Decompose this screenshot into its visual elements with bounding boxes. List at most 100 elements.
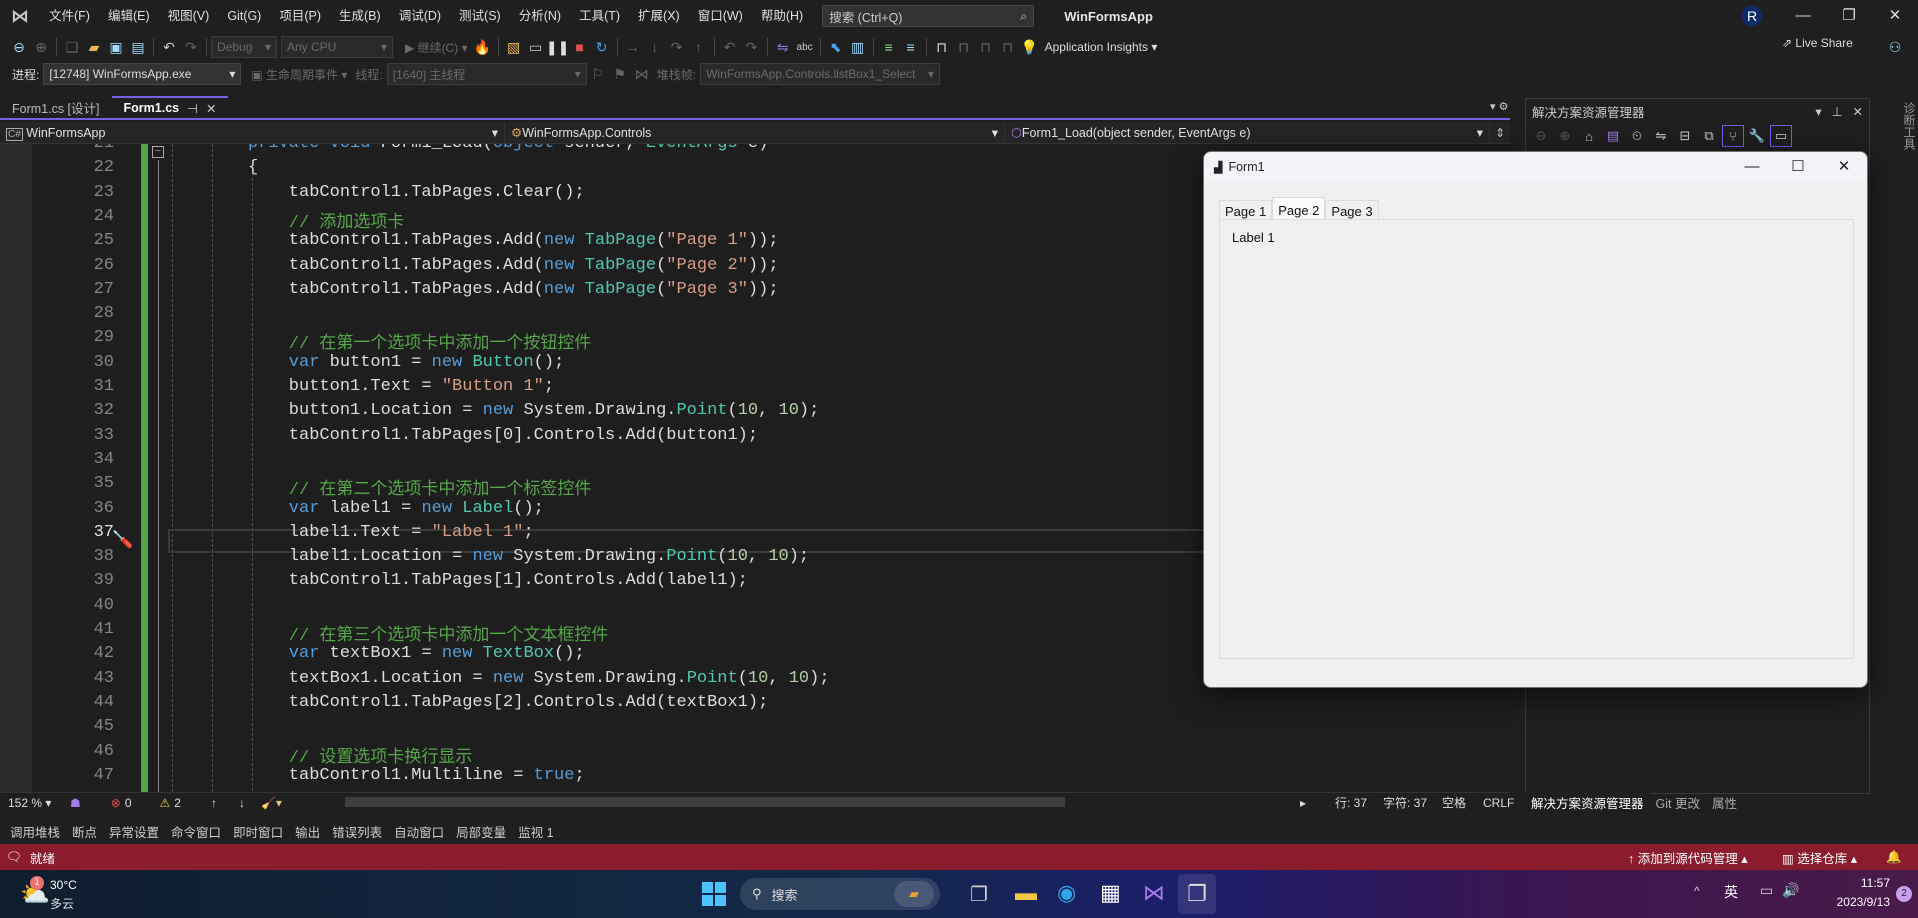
- notification-output-icon[interactable]: 🗨: [6, 850, 22, 865]
- whitespace-indicator[interactable]: 空格: [1442, 794, 1466, 811]
- error-count[interactable]: 0: [125, 796, 132, 810]
- save-all-icon[interactable]: ▤: [127, 36, 149, 58]
- feedback-icon[interactable]: ⚇: [1884, 36, 1906, 58]
- code-line[interactable]: 44 tabControl1.TabPages[2].Controls.Add(…: [0, 693, 1510, 717]
- show-all-files-icon[interactable]: ⧉: [1698, 125, 1720, 147]
- line-ending-indicator[interactable]: CRLF: [1483, 796, 1514, 810]
- input-method-indicator[interactable]: 英: [1724, 882, 1738, 902]
- new-project-icon[interactable]: ❏: [61, 36, 83, 58]
- warning-count[interactable]: 2: [174, 796, 181, 810]
- next-issue-icon[interactable]: ↓: [239, 796, 245, 810]
- minimize-button[interactable]: —: [1780, 0, 1826, 32]
- undo-icon[interactable]: ↶: [158, 36, 180, 58]
- restart-icon[interactable]: ↻: [591, 36, 613, 58]
- menu-item[interactable]: 调试(D): [390, 0, 450, 32]
- hot-reload-icon[interactable]: 🔥: [472, 36, 494, 58]
- step-forward-icon[interactable]: ↷: [741, 36, 763, 58]
- prev-issue-icon[interactable]: ↑: [211, 796, 217, 810]
- home-icon[interactable]: ⌂: [1578, 125, 1600, 147]
- outdent-icon[interactable]: ≡: [900, 36, 922, 58]
- tab-form1-designer[interactable]: Form1.cs [设计]: [0, 96, 112, 118]
- clock-date[interactable]: 2023/9/13: [1810, 895, 1890, 909]
- open-folder-icon[interactable]: ▰: [83, 36, 105, 58]
- tool-tab[interactable]: 输出: [289, 822, 326, 841]
- thread-select[interactable]: [1640] 主线程 ▾: [386, 63, 587, 85]
- flag-threads-icon[interactable]: ⚑: [609, 63, 631, 85]
- bookmark-icon[interactable]: ⊓: [931, 36, 953, 58]
- show-hidden-icons[interactable]: ^: [1694, 884, 1700, 898]
- properties-icon[interactable]: 🔧: [1746, 125, 1768, 147]
- close-button[interactable]: ✕: [1872, 0, 1918, 32]
- tab-git-changes[interactable]: Git 更改: [1650, 793, 1706, 812]
- menu-item[interactable]: 文件(F): [40, 0, 99, 32]
- form1-maximize-button[interactable]: ☐: [1775, 152, 1821, 182]
- edge-icon[interactable]: ◉: [1057, 880, 1076, 906]
- task-view-icon[interactable]: ❐: [970, 882, 988, 907]
- platform-select[interactable]: Any CPU ▾: [281, 36, 393, 58]
- menu-item[interactable]: 视图(V): [159, 0, 219, 32]
- tab-properties[interactable]: 属性: [1706, 793, 1743, 812]
- menu-item[interactable]: 窗口(W): [689, 0, 752, 32]
- tool-tab[interactable]: 断点: [66, 822, 103, 841]
- stackframe-select[interactable]: WinFormsApp.Controls.listBox1_Select ▾: [700, 63, 941, 85]
- project-select[interactable]: C# WinFormsApp ▾: [0, 122, 505, 143]
- menu-item[interactable]: Git(G): [218, 0, 270, 32]
- char-indicator[interactable]: 字符: 37: [1383, 794, 1427, 811]
- forward-icon[interactable]: ⊕: [30, 36, 52, 58]
- split-editor-icon[interactable]: ⇕: [1490, 126, 1510, 140]
- select-repository-button[interactable]: ▥ 选择仓库 ▴: [1782, 848, 1857, 867]
- step-out-icon[interactable]: ↑: [688, 36, 710, 58]
- prev-bookmark-icon[interactable]: ⊓: [953, 36, 975, 58]
- code-line[interactable]: 47 tabControl1.Multiline = true;: [0, 766, 1510, 790]
- flag-icon[interactable]: ⚐: [587, 63, 609, 85]
- step-back-icon[interactable]: ↶: [719, 36, 741, 58]
- pin-panel-icon[interactable]: ⊥: [1832, 104, 1843, 119]
- tool-tab[interactable]: 调用堆栈: [4, 822, 66, 841]
- spell-check-icon[interactable]: abc: [794, 36, 816, 58]
- redo-icon[interactable]: ↷: [180, 36, 202, 58]
- indent-icon[interactable]: ≡: [878, 36, 900, 58]
- tree-view-icon[interactable]: ⑂: [1722, 125, 1744, 147]
- taskbar-search[interactable]: ⚲ 搜索 ▰: [740, 878, 940, 910]
- code-line[interactable]: 46 // 设置选项卡换行显示: [0, 742, 1510, 768]
- stop-icon[interactable]: ■: [569, 36, 591, 58]
- notifications-bell-icon[interactable]: 🔔: [1886, 850, 1902, 865]
- process-select[interactable]: [12748] WinFormsApp.exe ▾: [43, 63, 242, 85]
- tool-tab[interactable]: 异常设置: [103, 822, 165, 841]
- switch-views-icon[interactable]: ▤: [1602, 125, 1624, 147]
- tab-solution-explorer[interactable]: 解决方案资源管理器: [1525, 792, 1650, 812]
- menu-item[interactable]: 测试(S): [450, 0, 510, 32]
- form1-close-button[interactable]: ✕: [1821, 152, 1867, 182]
- hex-display-icon[interactable]: ⇋: [772, 36, 794, 58]
- sync-icon[interactable]: ⇋: [1650, 125, 1672, 147]
- step-over-icon[interactable]: ↷: [666, 36, 688, 58]
- code-line[interactable]: 45: [0, 717, 1510, 741]
- code-cleanup-icon[interactable]: 🧹▾: [261, 796, 282, 810]
- preview-icon[interactable]: ▭: [1770, 125, 1792, 147]
- notification-count-badge[interactable]: 2: [1896, 886, 1912, 902]
- tool-tab[interactable]: 监视 1: [512, 822, 559, 841]
- find-in-files-icon[interactable]: ▧: [503, 36, 525, 58]
- diagnostic-tools-tab[interactable]: 诊断工具: [1885, 98, 1918, 794]
- pin-icon[interactable]: ⊣: [187, 101, 198, 116]
- clear-bookmarks-icon[interactable]: ⊓: [997, 36, 1019, 58]
- start-button[interactable]: [702, 882, 726, 906]
- continue-button[interactable]: ▶ 继续(C) ▾: [401, 39, 472, 56]
- class-select[interactable]: ⚙WinFormsApp.Controls ▾: [505, 122, 1005, 143]
- tool-tab[interactable]: 错误列表: [326, 822, 388, 841]
- zoom-select[interactable]: 152 % ▾: [0, 796, 70, 810]
- tool-tab[interactable]: 自动窗口: [388, 822, 450, 841]
- next-bookmark-icon[interactable]: ⊓: [975, 36, 997, 58]
- line-indicator[interactable]: 行: 37: [1335, 794, 1367, 811]
- panel-menu-icon[interactable]: ▾: [1815, 104, 1821, 119]
- add-to-source-control-button[interactable]: ↑ 添加到源代码管理 ▴: [1628, 848, 1748, 867]
- volume-icon[interactable]: 🔊: [1782, 882, 1799, 899]
- tab-options-icon[interactable]: ▾ ⚙: [1490, 100, 1508, 113]
- menu-item[interactable]: 扩展(X): [629, 0, 689, 32]
- avatar[interactable]: R: [1742, 6, 1762, 26]
- configuration-select[interactable]: Debug ▾: [211, 36, 277, 58]
- window-layout-icon[interactable]: ▭: [525, 36, 547, 58]
- restore-button[interactable]: ❐: [1826, 0, 1872, 32]
- search-input[interactable]: 搜索 (Ctrl+Q) ⌕: [822, 5, 1035, 27]
- error-icon[interactable]: ⊗: [111, 796, 121, 810]
